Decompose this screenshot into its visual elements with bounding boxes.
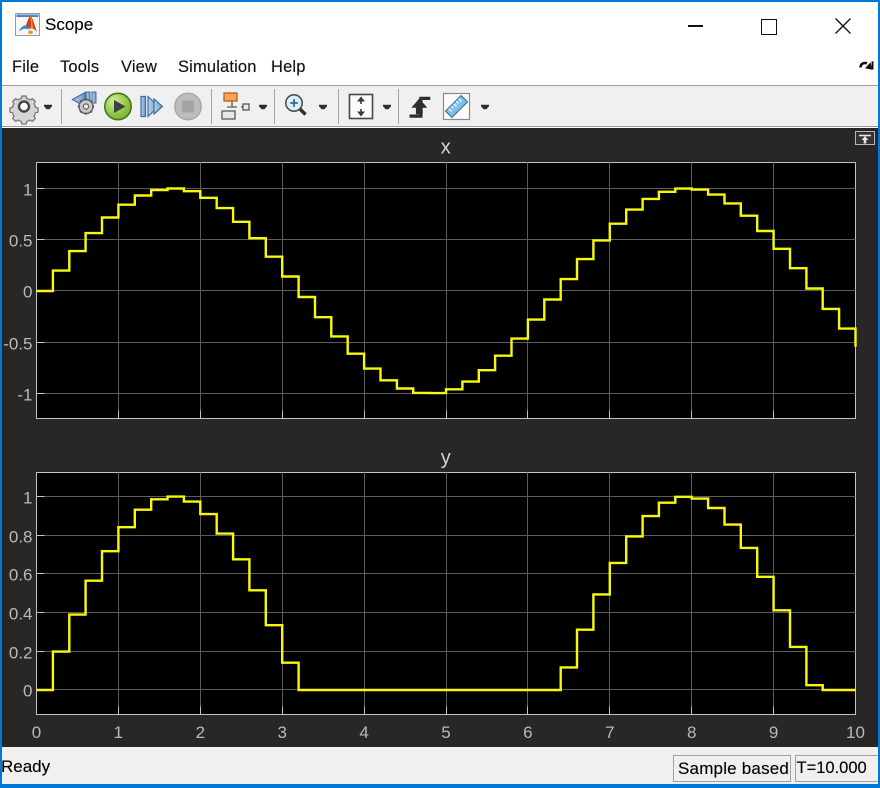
svg-text:0.5: 0.5	[9, 232, 33, 251]
svg-text:3: 3	[277, 723, 286, 742]
svg-text:y: y	[441, 447, 451, 469]
svg-text:1: 1	[23, 181, 32, 200]
svg-text:6: 6	[523, 723, 532, 742]
svg-text:5: 5	[441, 723, 450, 742]
svg-text:2: 2	[196, 723, 205, 742]
svg-text:-0.5: -0.5	[3, 335, 32, 354]
svg-text:10: 10	[846, 723, 865, 742]
svg-text:4: 4	[359, 723, 368, 742]
svg-text:0.2: 0.2	[9, 644, 33, 663]
svg-text:0: 0	[32, 723, 41, 742]
svg-text:x: x	[441, 137, 451, 159]
svg-text:-1: -1	[17, 386, 32, 405]
svg-text:1: 1	[114, 723, 123, 742]
svg-text:0.4: 0.4	[9, 605, 33, 624]
svg-text:7: 7	[605, 723, 614, 742]
svg-text:0.8: 0.8	[9, 528, 33, 547]
svg-text:0.6: 0.6	[9, 566, 33, 585]
svg-text:9: 9	[769, 723, 778, 742]
svg-text:0: 0	[23, 682, 32, 701]
svg-text:8: 8	[687, 723, 696, 742]
svg-text:1: 1	[23, 489, 32, 508]
svg-text:0: 0	[23, 283, 32, 302]
